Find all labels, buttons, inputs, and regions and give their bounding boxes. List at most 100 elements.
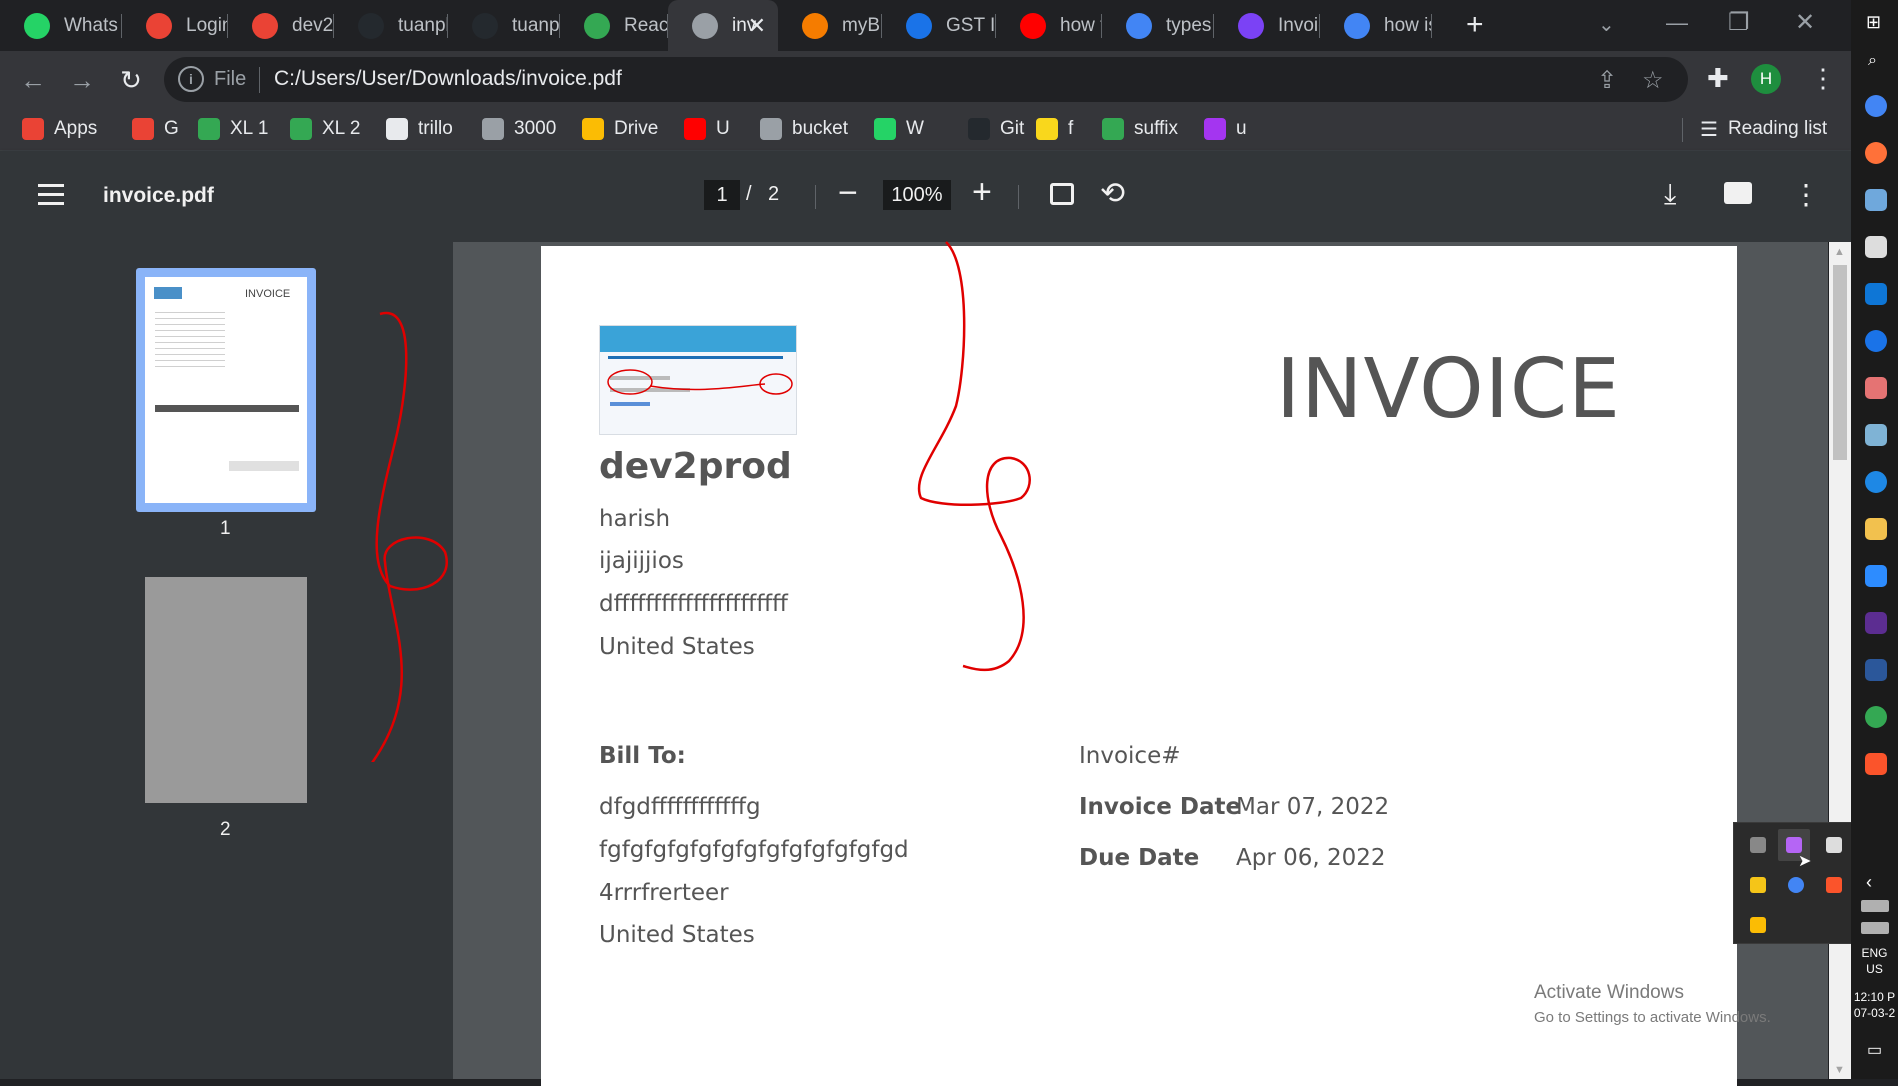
maximize-button[interactable]: ❐ <box>1728 8 1750 37</box>
print-icon[interactable] <box>1724 182 1752 204</box>
intellij-taskbar-icon[interactable] <box>1865 612 1887 634</box>
tab-12[interactable]: how is <box>1320 0 1432 51</box>
app-taskbar-icon[interactable] <box>1865 189 1887 211</box>
tab-close-icon[interactable]: ✕ <box>748 13 766 39</box>
safari-taskbar-icon[interactable] <box>1865 471 1887 493</box>
zoom-in-button[interactable]: + <box>972 173 992 212</box>
tray-usb-icon[interactable] <box>1826 837 1842 853</box>
rotate-icon[interactable]: ⟲ <box>1100 176 1125 211</box>
tray-shield-icon[interactable] <box>1750 877 1766 893</box>
scrollbar-thumb[interactable] <box>1833 265 1847 460</box>
download-icon[interactable]: ⤓ <box>1664 178 1676 211</box>
info-icon[interactable]: i <box>178 66 204 92</box>
tray-drive-icon[interactable] <box>1750 917 1766 933</box>
back-button[interactable]: ← <box>14 61 52 99</box>
youtube-icon <box>1020 12 1046 39</box>
windows-start-icon[interactable]: ⊞ <box>1866 12 1881 33</box>
bookmark-3[interactable]: XL 2 <box>290 114 360 144</box>
close-window-button[interactable]: ✕ <box>1795 8 1815 37</box>
bookmark-4[interactable]: trillo <box>386 114 453 144</box>
minimize-button[interactable]: — <box>1666 10 1688 36</box>
battery-icon[interactable] <box>1861 900 1889 912</box>
volume-icon[interactable] <box>1861 922 1889 934</box>
page-thumbnail-1[interactable]: INVOICE <box>145 277 307 503</box>
bill-to-label: Bill To: <box>599 743 686 769</box>
chrome-profile-taskbar-icon[interactable] <box>1865 706 1887 728</box>
chrome-menu-icon[interactable]: ⋮ <box>1810 63 1836 94</box>
sheets-icon <box>198 118 220 140</box>
zoom-taskbar-icon[interactable] <box>1865 565 1887 587</box>
reading-list-button[interactable]: ☰ Reading list <box>1700 114 1827 144</box>
chrome-taskbar-icon[interactable] <box>1865 95 1887 117</box>
profile-avatar[interactable]: H <box>1751 64 1781 94</box>
reload-button[interactable]: ↻ <box>112 61 150 99</box>
tab-5[interactable]: React <box>560 0 668 51</box>
tab-0[interactable]: Whats <box>0 0 122 51</box>
bookmark-12[interactable]: suffix <box>1102 114 1178 144</box>
extensions-icon[interactable]: ✚ <box>1707 63 1729 94</box>
clock-date[interactable]: 07-03-2 <box>1851 1006 1898 1020</box>
share-icon[interactable]: ⇪ <box>1597 66 1617 95</box>
tray-brave-icon[interactable] <box>1826 877 1842 893</box>
bookmark-8[interactable]: bucket <box>760 114 848 144</box>
tab-9[interactable]: how to <box>996 0 1102 51</box>
tray-app-icon[interactable] <box>1750 837 1766 853</box>
forward-button[interactable]: → <box>63 61 101 99</box>
word-taskbar-icon[interactable] <box>1865 659 1887 681</box>
tab-6[interactable]: inv ✕ <box>668 0 778 51</box>
bookmark-star-icon[interactable]: ☆ <box>1642 66 1664 95</box>
language-label[interactable]: ENG <box>1851 946 1898 960</box>
more-actions-icon[interactable]: ⋮ <box>1792 178 1820 211</box>
tab-3[interactable]: tuanpl <box>334 0 448 51</box>
pdf-viewer[interactable]: INVOICE dev2prod harish ijajijjios dffff… <box>453 241 1828 1086</box>
bookmark-10[interactable]: Git <box>968 114 1024 144</box>
scroll-down-arrow[interactable]: ▼ <box>1834 1064 1845 1076</box>
zoom-out-button[interactable]: − <box>838 174 858 213</box>
fit-to-page-icon[interactable] <box>1050 183 1074 205</box>
sheets-icon <box>290 118 312 140</box>
app-taskbar-icon[interactable] <box>1865 424 1887 446</box>
maps-taskbar-icon[interactable] <box>1865 330 1887 352</box>
bookmark-1[interactable]: G <box>132 114 179 144</box>
tab-search-icon[interactable]: ⌄ <box>1598 12 1615 37</box>
bookmark-7[interactable]: U <box>684 114 730 144</box>
clock-time[interactable]: 12:10 P <box>1851 990 1898 1004</box>
app-taskbar-icon[interactable] <box>1865 377 1887 399</box>
bookmark-6[interactable]: Drive <box>582 114 658 144</box>
tab-4[interactable]: tuanpl <box>448 0 560 51</box>
tab-8[interactable]: GST In <box>882 0 996 51</box>
tab-2[interactable]: dev2p <box>228 0 334 51</box>
file-explorer-taskbar-icon[interactable] <box>1865 518 1887 540</box>
bookmark-13[interactable]: u <box>1204 114 1247 144</box>
tray-expand-chevron-icon[interactable]: ‹ <box>1866 872 1872 893</box>
tray-chrome-icon[interactable] <box>1788 877 1804 893</box>
brave-taskbar-icon[interactable] <box>1865 753 1887 775</box>
bookmark-0[interactable]: Apps <box>22 114 97 144</box>
search-icon[interactable]: ⌕ <box>1868 52 1877 70</box>
firefox-taskbar-icon[interactable] <box>1865 142 1887 164</box>
tab-7[interactable]: myBill <box>778 0 882 51</box>
url-text[interactable]: C:/Users/User/Downloads/invoice.pdf <box>274 67 622 91</box>
github-icon <box>358 12 384 39</box>
scroll-up-arrow[interactable]: ▲ <box>1834 246 1845 258</box>
page-number-input[interactable]: 1 <box>704 180 740 210</box>
company-logo-image <box>599 325 797 435</box>
thumb-total-box <box>229 461 299 471</box>
notification-icon[interactable]: ▭ <box>1867 1040 1882 1060</box>
zoom-input[interactable]: 100% <box>883 180 951 210</box>
bookmark-2[interactable]: XL 1 <box>198 114 268 144</box>
tab-1[interactable]: Login <box>122 0 228 51</box>
new-tab-button[interactable]: + <box>1466 8 1484 42</box>
vscode-taskbar-icon[interactable] <box>1865 283 1887 305</box>
sidebar-menu-icon[interactable] <box>38 184 64 206</box>
page-thumbnail-2[interactable] <box>145 577 307 803</box>
google-icon <box>1344 12 1370 39</box>
tab-11[interactable]: Invoic <box>1214 0 1320 51</box>
github-icon <box>472 12 498 39</box>
tab-10[interactable]: types <box>1102 0 1214 51</box>
bookmark-9[interactable]: W <box>874 114 924 144</box>
bookmark-5[interactable]: 3000 <box>482 114 556 144</box>
photos-taskbar-icon[interactable] <box>1865 236 1887 258</box>
bookmark-11[interactable]: f <box>1036 114 1073 144</box>
address-bar[interactable]: i File C:/Users/User/Downloads/invoice.p… <box>164 57 1688 102</box>
